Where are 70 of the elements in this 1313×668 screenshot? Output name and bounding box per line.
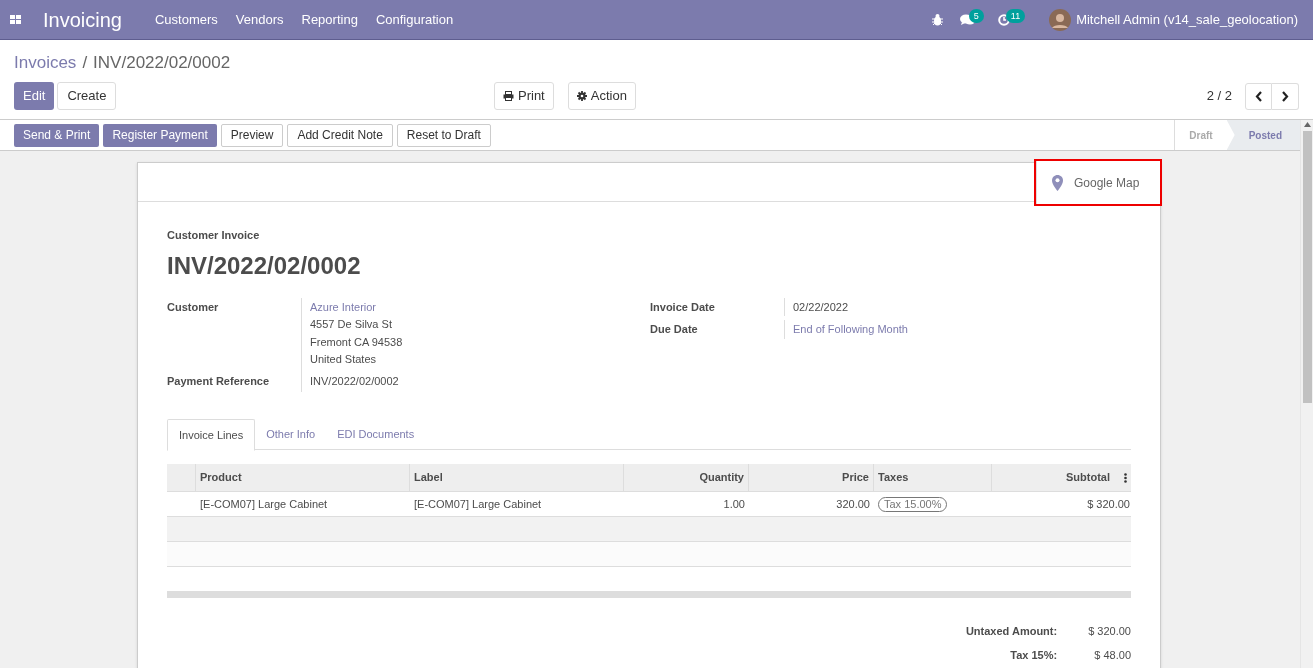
total-label: Tax 15%:: [1010, 647, 1058, 663]
settings-icon: [576, 91, 587, 101]
menu-item[interactable]: Vendors: [235, 9, 284, 30]
breadcrumb-separator: /: [82, 52, 88, 75]
map-pin-icon: [1052, 174, 1063, 191]
avatar-icon: [1049, 8, 1072, 31]
add-credit-note-button[interactable]: Add Credit Note: [287, 123, 393, 147]
table-cell: $ 320.00: [1087, 497, 1130, 510]
field-value: 02/22/2022: [793, 300, 849, 313]
clock-icon: [997, 13, 1010, 26]
form-tab[interactable]: Other Info: [255, 419, 327, 450]
column-header[interactable]: Label: [414, 469, 443, 486]
invoice-number: INV/2022/02/0002: [167, 250, 362, 281]
column-header[interactable]: Price: [842, 469, 869, 486]
table-cell: [E-COM07] Large Cabinet: [414, 497, 542, 510]
total-value: $ 320.00: [1088, 624, 1131, 639]
bug-icon: [931, 13, 943, 26]
field-label: Customer: [167, 299, 220, 315]
debug-button[interactable]: [931, 13, 943, 26]
app-title: Invoicing: [43, 7, 122, 33]
send-print-button[interactable]: Send & Print: [14, 123, 100, 147]
field-label: Invoice Date: [650, 299, 716, 315]
google-map-button[interactable]: Google Map: [1036, 161, 1160, 204]
table-cell: 1.00: [723, 497, 745, 510]
document-type-label: Customer Invoice: [167, 228, 261, 243]
field-value: INV/2022/02/0002: [310, 373, 400, 389]
form-tab[interactable]: EDI Documents: [326, 419, 426, 450]
breadcrumb-link[interactable]: Invoices: [14, 50, 77, 76]
total-label: Untaxed Amount:: [965, 624, 1058, 639]
table-cell: 320.00: [836, 497, 870, 510]
field-value: United States: [310, 352, 378, 367]
user-menu[interactable]: Mitchell Admin (v14_sale_geolocation): [1049, 8, 1298, 31]
preview-button[interactable]: Preview: [220, 123, 284, 147]
status-stage[interactable]: Posted: [1226, 120, 1300, 150]
field-label: Payment Reference: [167, 373, 271, 389]
action-button[interactable]: Action: [567, 82, 636, 110]
field-value: Fremont CA 94538: [310, 334, 404, 350]
scrollbar[interactable]: [1300, 120, 1313, 668]
menu-item[interactable]: Reporting: [301, 9, 358, 30]
previous-button[interactable]: [1245, 82, 1272, 110]
more-options-icon[interactable]: [1124, 472, 1127, 483]
field-label: Due Date: [650, 322, 699, 337]
grid-icon: [9, 14, 21, 25]
due-date-link[interactable]: End of Following Month: [793, 323, 908, 335]
customer-link[interactable]: Azure Interior: [310, 298, 650, 316]
chevron-left-icon: [1254, 90, 1263, 102]
table-cell: [E-COM07] Large Cabinet: [200, 497, 328, 510]
pager-value: 2 / 2: [1206, 87, 1232, 106]
menu-item[interactable]: Configuration: [375, 9, 454, 30]
column-header[interactable]: Taxes: [878, 469, 909, 486]
column-header[interactable]: Subtotal: [1066, 469, 1110, 486]
menu-item[interactable]: Customers: [154, 9, 218, 30]
edit-button[interactable]: Edit: [14, 82, 55, 110]
column-header[interactable]: Product: [200, 469, 242, 486]
register-payment-button[interactable]: Register Payment: [103, 123, 217, 147]
breadcrumb-current: INV/2022/02/0002: [93, 52, 231, 75]
count-badge: 11: [1005, 8, 1026, 23]
create-button[interactable]: Create: [57, 82, 117, 110]
total-value: $ 48.00: [1094, 647, 1131, 663]
next-button[interactable]: [1272, 82, 1299, 110]
reset-to-draft-button[interactable]: Reset to Draft: [396, 123, 491, 147]
count-badge: 5: [968, 8, 984, 23]
printer-icon: [503, 91, 514, 101]
chevron-right-icon: [1281, 90, 1289, 102]
activities-button[interactable]: [997, 13, 1010, 26]
form-tab[interactable]: Invoice Lines: [167, 419, 256, 451]
field-value: 4557 De Silva St: [310, 317, 393, 332]
scroll-up-arrow-icon[interactable]: [1303, 122, 1311, 127]
print-button[interactable]: Print: [494, 82, 554, 110]
column-header[interactable]: Quantity: [699, 469, 744, 486]
